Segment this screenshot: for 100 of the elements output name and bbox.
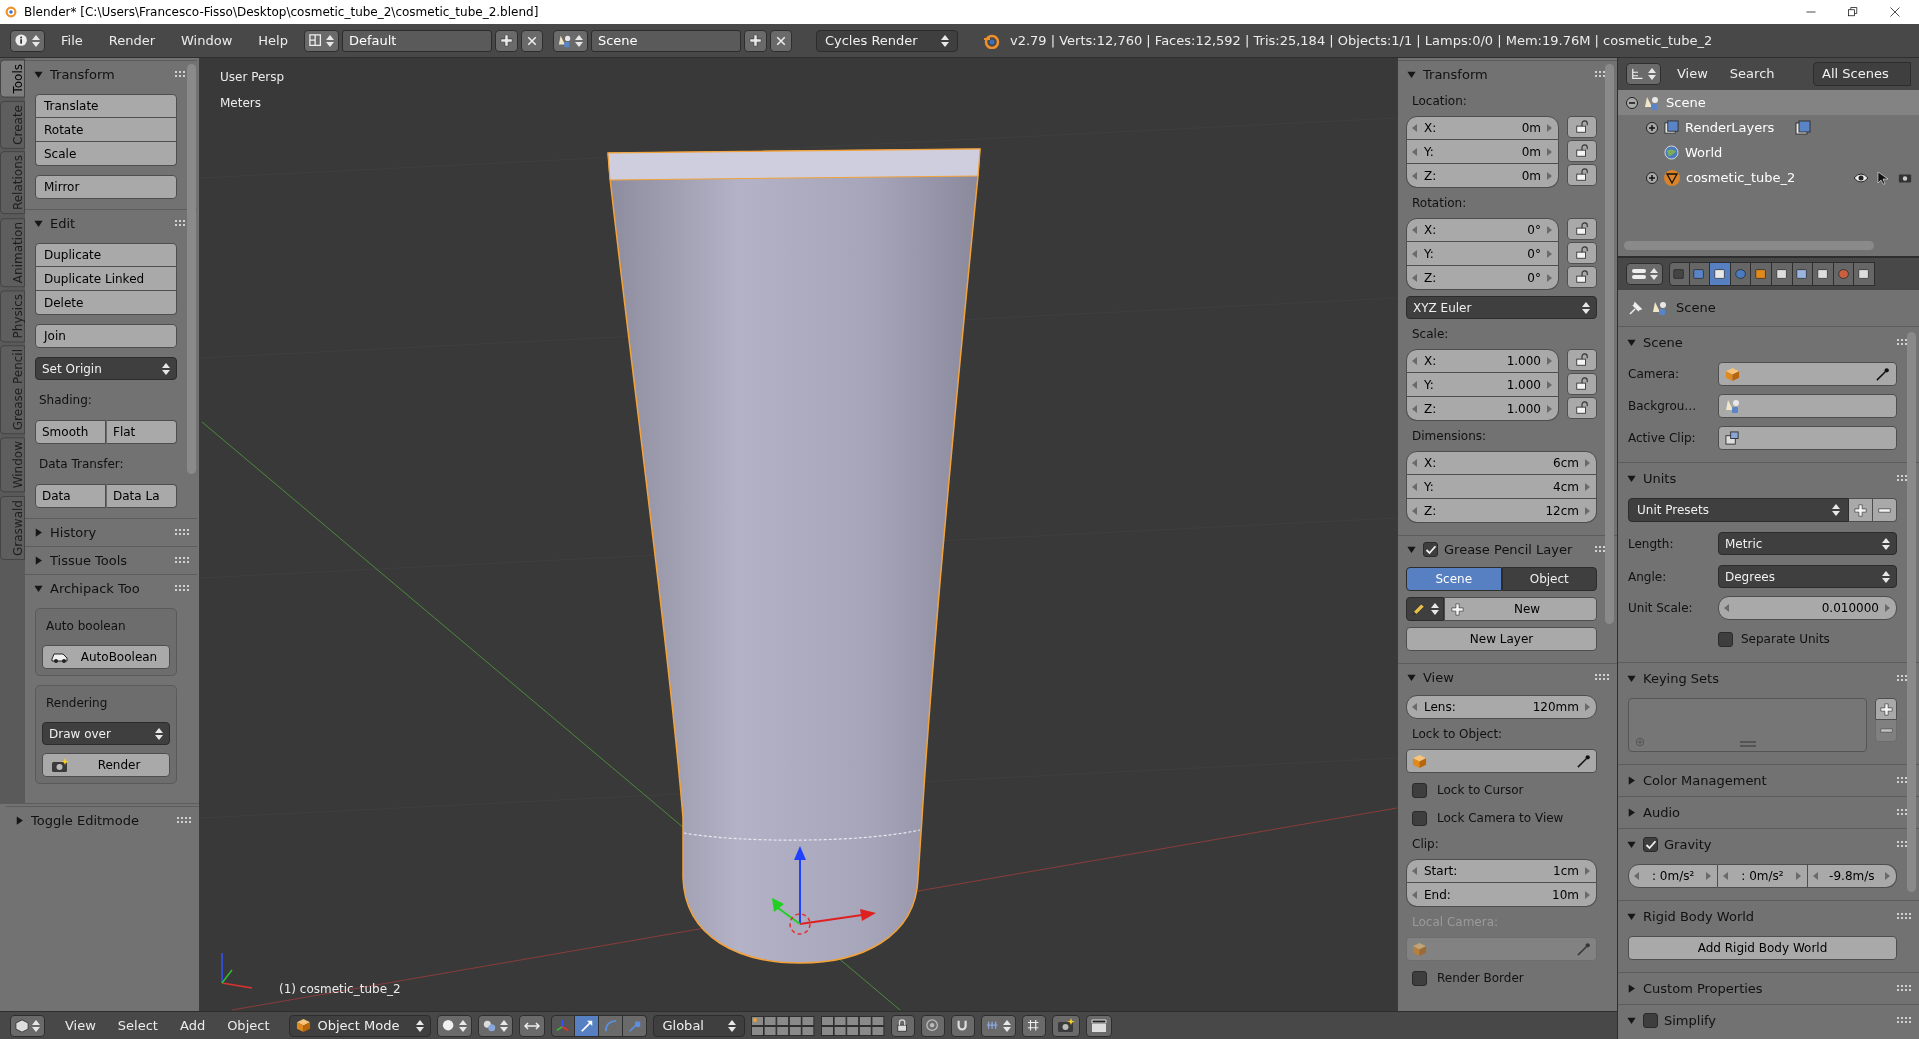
shading-dropdown[interactable] <box>437 1014 473 1037</box>
number-field[interactable]: Y: 0° <box>1406 242 1559 266</box>
outliner-row[interactable]: RenderLayers <box>1618 115 1919 140</box>
menu-item[interactable]: View <box>1671 64 1714 84</box>
lock-button[interactable] <box>1567 349 1597 371</box>
dropdown-menu[interactable]: XYZ Euler <box>1406 296 1597 319</box>
tool-button[interactable]: Render <box>42 753 170 777</box>
outliner-row[interactable]: Scene <box>1618 90 1919 115</box>
number-field[interactable]: -9.8m/s <box>1807 864 1897 888</box>
panel-title[interactable]: Color Management <box>1643 770 1767 791</box>
menu-item[interactable]: Select <box>117 1015 158 1036</box>
number-field[interactable]: Y: 4cm <box>1406 475 1597 499</box>
new-button[interactable]: New <box>1444 597 1597 621</box>
expand-toggle[interactable] <box>1646 171 1658 184</box>
number-field[interactable]: Y: 1.000 <box>1406 373 1559 397</box>
number-field[interactable]: X: 0m <box>1406 116 1559 140</box>
remove-preset-button[interactable] <box>1873 498 1897 522</box>
number-field[interactable]: Z: 1.000 <box>1406 397 1559 421</box>
scrollbar[interactable] <box>187 64 196 474</box>
scrollbar[interactable] <box>1624 241 1874 250</box>
scrollbar[interactable] <box>1907 332 1916 892</box>
scrollbar[interactable] <box>1605 64 1614 624</box>
checkbox[interactable] <box>1643 1013 1658 1028</box>
render-engine-dropdown[interactable]: Cycles Render <box>815 29 958 52</box>
tool-button[interactable]: Translate <box>35 94 177 118</box>
close-button[interactable] <box>769 29 792 52</box>
snap-target-button[interactable] <box>1022 1014 1047 1037</box>
lock-button[interactable] <box>1567 266 1597 288</box>
menu-item[interactable]: Window <box>181 30 233 51</box>
panel-title[interactable]: Archipack Too <box>50 578 140 599</box>
tool-button[interactable]: Smooth <box>35 420 106 444</box>
id-field[interactable] <box>1718 426 1897 450</box>
collapse-toggle[interactable] <box>1626 96 1638 109</box>
tool-button[interactable]: Rotate <box>35 118 177 142</box>
number-field[interactable]: : 0m/s² <box>1628 864 1719 888</box>
menu-item[interactable]: Help <box>258 30 288 51</box>
outliner-row[interactable]: cosmetic_tube_2 <box>1618 165 1919 190</box>
tool-button[interactable]: Join <box>35 324 177 348</box>
panel-title[interactable]: Transform <box>50 64 115 85</box>
manipulator-toggle[interactable] <box>551 1014 576 1037</box>
number-field[interactable]: Y: 0m <box>1406 140 1559 164</box>
toggle-tab[interactable]: Object <box>1501 567 1597 591</box>
outliner-row[interactable]: World <box>1618 140 1919 165</box>
tool-button[interactable]: Duplicate <box>35 243 177 267</box>
add-preset-button[interactable] <box>1849 498 1873 522</box>
lock-button[interactable] <box>1567 397 1597 419</box>
tube-model-drawing[interactable] <box>607 148 981 964</box>
tool-button[interactable]: Data La <box>106 484 177 508</box>
panel-title[interactable]: Tissue Tools <box>50 550 128 571</box>
checkbox[interactable] <box>1412 810 1427 826</box>
lock-button[interactable] <box>1567 242 1597 264</box>
tool-button[interactable]: Duplicate Linked <box>35 267 177 291</box>
tool-button[interactable]: Scale <box>35 142 177 166</box>
properties-tab[interactable] <box>1792 262 1814 286</box>
number-field[interactable]: Z: 12cm <box>1406 499 1597 523</box>
render-animation-button[interactable] <box>1086 1014 1113 1037</box>
panel-title[interactable]: Custom Properties <box>1643 978 1763 999</box>
tool-button[interactable]: Flat <box>106 420 177 444</box>
number-field[interactable]: Z: 0° <box>1406 266 1559 290</box>
menu-item[interactable]: View <box>65 1015 96 1036</box>
id-field[interactable] <box>1718 362 1897 386</box>
pivot-dropdown[interactable] <box>478 1014 514 1037</box>
number-field[interactable]: : 0m/s² <box>1718 864 1808 888</box>
lock-camera-button[interactable] <box>891 1014 916 1037</box>
display-mode-dropdown[interactable]: All Scenes <box>1813 62 1911 86</box>
checkbox[interactable] <box>1718 631 1733 647</box>
manipulator-button[interactable] <box>575 1014 600 1037</box>
properties-tab[interactable] <box>1751 262 1772 286</box>
snap-button[interactable] <box>951 1014 976 1037</box>
properties-tab[interactable] <box>1854 262 1875 286</box>
properties-tab[interactable] <box>1710 262 1731 286</box>
scene-field[interactable]: Scene <box>590 29 741 52</box>
menu-item[interactable]: Render <box>108 30 156 51</box>
menu-item[interactable]: Search <box>1723 64 1781 84</box>
properties-tab[interactable] <box>1771 262 1793 286</box>
id-field[interactable] <box>1718 394 1897 418</box>
add-button[interactable] <box>1875 698 1897 720</box>
snap-toggle[interactable] <box>519 1014 546 1037</box>
number-field[interactable]: X: 6cm <box>1406 451 1597 475</box>
checkbox[interactable] <box>1643 837 1658 852</box>
tool-button[interactable]: AutoBoolean <box>42 645 170 669</box>
number-field[interactable]: 0.010000 <box>1718 596 1897 620</box>
properties-tab[interactable] <box>1813 262 1834 286</box>
panel-title[interactable]: Gravity <box>1664 834 1712 855</box>
number-field[interactable]: X: 1.000 <box>1406 349 1559 373</box>
dropdown-menu[interactable]: Metric <box>1718 532 1897 555</box>
tool-tab[interactable]: Tools <box>0 60 25 98</box>
action-button[interactable]: Add Rigid Body World <box>1628 936 1897 960</box>
editor-type-button[interactable] <box>1626 263 1663 285</box>
number-field[interactable]: Start: 1cm <box>1406 859 1597 883</box>
panel-title[interactable]: Scene <box>1643 332 1683 353</box>
tool-button[interactable]: Data <box>35 484 106 508</box>
editor-type-button[interactable] <box>10 1014 45 1037</box>
dropdown-menu[interactable]: Degrees <box>1718 565 1897 588</box>
editor-type-button[interactable] <box>1626 63 1661 85</box>
panel-title[interactable]: Keying Sets <box>1643 668 1719 689</box>
checkbox[interactable] <box>1423 542 1438 557</box>
number-field[interactable]: End: 10m <box>1406 883 1597 907</box>
snap-element-dropdown[interactable] <box>981 1014 1017 1037</box>
panel-title[interactable]: View <box>1423 667 1454 688</box>
